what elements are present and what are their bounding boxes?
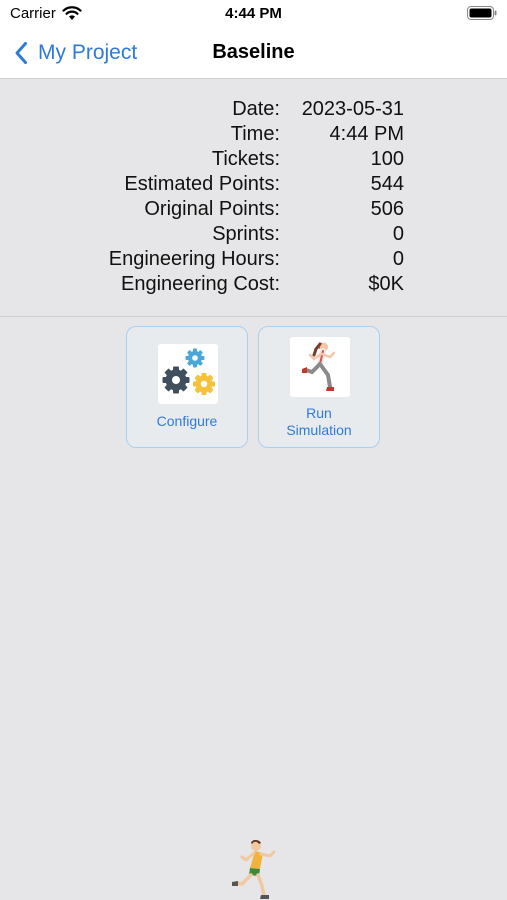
summary-row-tickets: Tickets: 100: [0, 146, 507, 171]
summary-row-engineering-cost: Engineering Cost: $0K: [0, 271, 507, 296]
summary-row-date: Date: 2023-05-31: [0, 96, 507, 121]
baseline-summary: Date: 2023-05-31 Time: 4:44 PM Tickets: …: [0, 96, 507, 296]
runner-animation-icon: [232, 840, 276, 899]
status-bar: Carrier 4:44 PM: [0, 0, 507, 28]
summary-label: Sprints:: [212, 223, 280, 245]
run-simulation-button[interactable]: Run Simulation: [258, 326, 380, 448]
summary-label: Engineering Cost:: [121, 273, 280, 295]
summary-label: Tickets:: [211, 148, 280, 170]
summary-row-sprints: Sprints: 0: [0, 221, 507, 246]
summary-value: 0: [392, 248, 404, 270]
configure-label: Configure: [156, 413, 218, 429]
battery-icon: [467, 6, 497, 20]
summary-label: Original Points:: [144, 198, 280, 220]
navigation-bar: My Project Baseline: [0, 28, 507, 79]
summary-label: Engineering Hours:: [108, 248, 280, 270]
summary-value: $0K: [368, 273, 404, 295]
summary-label: Time:: [230, 123, 280, 145]
summary-value: 0: [392, 223, 404, 245]
run-simulation-label-line1: Run: [306, 405, 332, 421]
gears-icon: [158, 344, 218, 404]
summary-row-original-points: Original Points: 506: [0, 196, 507, 221]
section-divider: [0, 316, 507, 317]
status-time: 4:44 PM: [225, 5, 282, 22]
run-simulation-label-line2: Simulation: [286, 422, 352, 438]
page-title: Baseline: [212, 41, 295, 63]
summary-value: 2023-05-31: [301, 98, 404, 120]
summary-row-time: Time: 4:44 PM: [0, 121, 507, 146]
summary-label: Estimated Points:: [124, 173, 280, 195]
summary-row-engineering-hours: Engineering Hours: 0: [0, 246, 507, 271]
summary-value: 544: [370, 173, 404, 195]
summary-value: 100: [370, 148, 404, 170]
configure-button[interactable]: Configure: [126, 326, 248, 448]
summary-label: Date:: [232, 98, 280, 120]
summary-value: 4:44 PM: [329, 123, 404, 145]
runner-icon: [290, 337, 350, 397]
summary-row-estimated-points: Estimated Points: 544: [0, 171, 507, 196]
summary-value: 506: [370, 198, 404, 220]
